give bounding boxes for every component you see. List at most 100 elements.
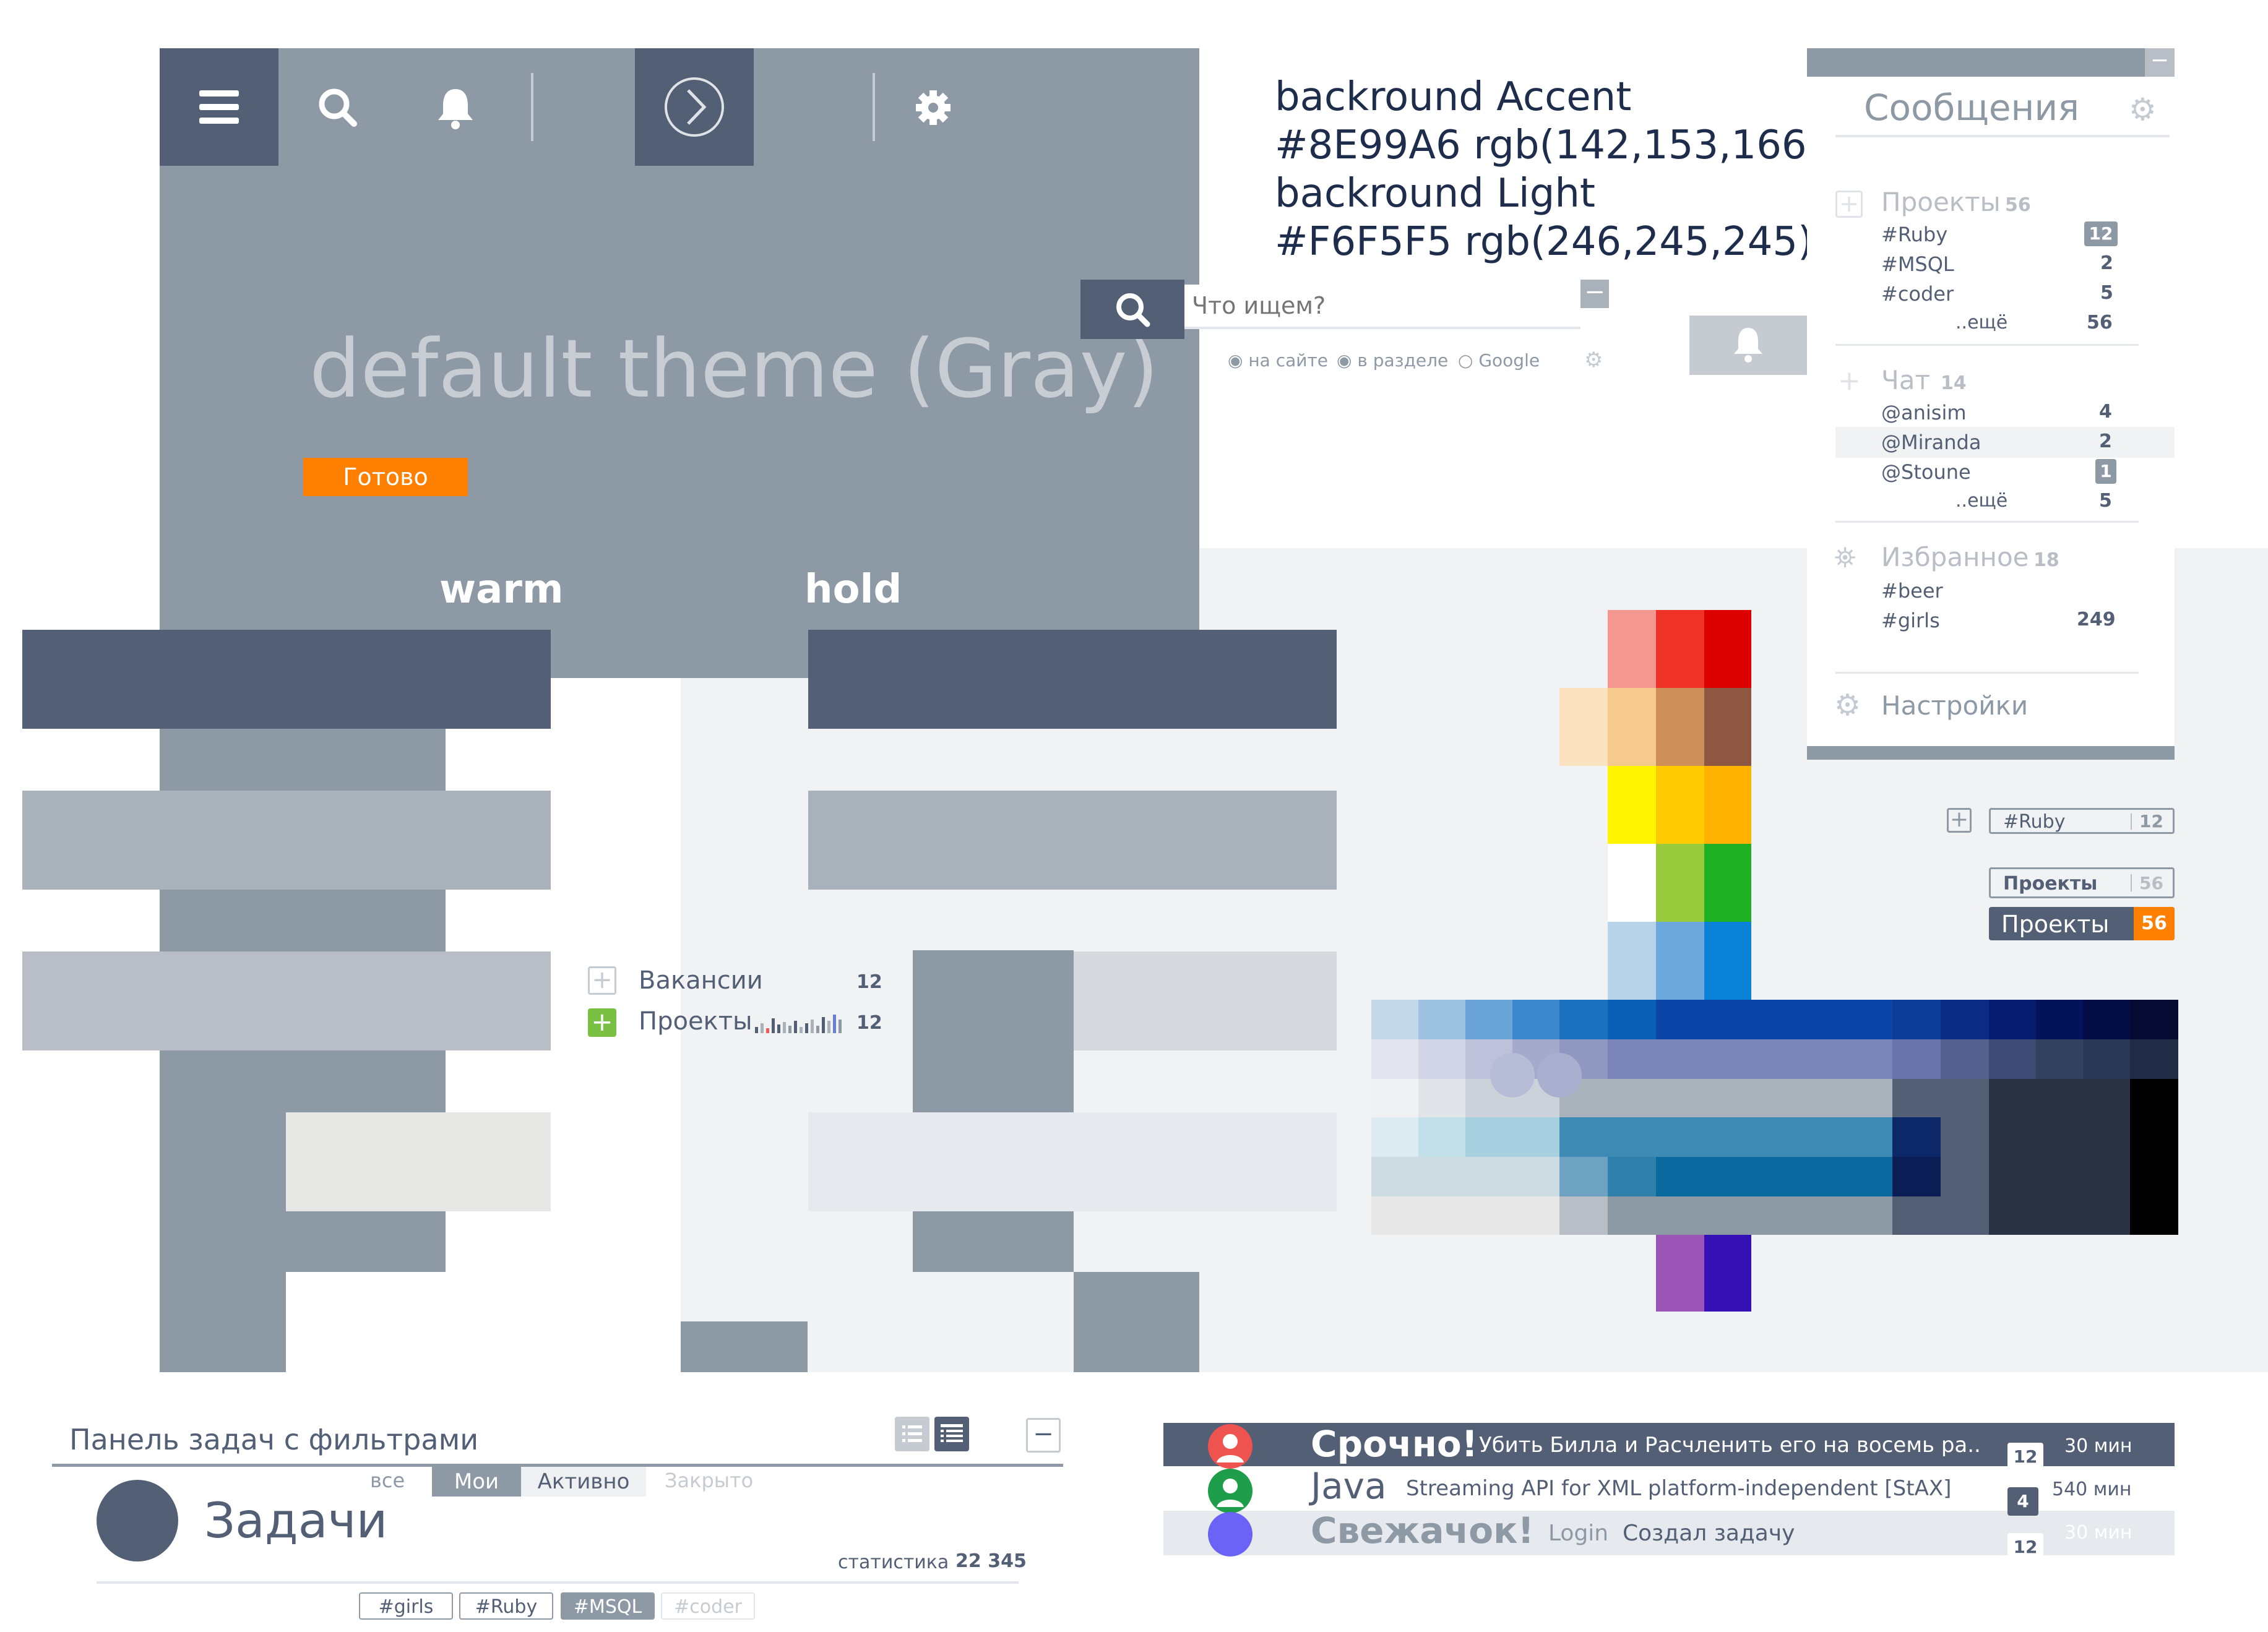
feed-item-time: 30 мин <box>2064 1435 2132 1457</box>
search-scope-google[interactable]: ○ Google <box>1458 350 1540 371</box>
filter-active-tab[interactable]: Активно <box>521 1467 646 1497</box>
search-icon <box>319 88 357 127</box>
search-scope-google-label: Google <box>1478 350 1540 371</box>
feed-item-text: Убить Билла и Расчленить его на восемь р… <box>1479 1433 1981 1458</box>
settings-button[interactable] <box>905 79 962 136</box>
chat-group-label[interactable]: Чат <box>1881 365 1930 395</box>
projects-count: 12 <box>856 1012 882 1034</box>
stats-label: статистика <box>838 1552 949 1573</box>
chat-item[interactable]: @anisim <box>1881 401 1967 424</box>
tasks-panel-title: Панель задач с фильтрами <box>69 1423 479 1456</box>
swatch-warm-light <box>22 951 551 1050</box>
tasks-avatar <box>97 1480 178 1561</box>
note-accent-label: backround Accent <box>1275 74 1632 120</box>
feed-item-count-badge: 12 <box>2007 1443 2043 1471</box>
chat-item[interactable]: @Miranda <box>1881 431 1981 454</box>
chat-more-link[interactable]: ..ещё <box>1955 490 2007 512</box>
gear-icon <box>916 90 951 125</box>
ready-button[interactable]: Готово <box>303 458 468 496</box>
project-item[interactable]: #Ruby <box>1881 223 1947 246</box>
list-icon <box>902 1425 922 1442</box>
next-button[interactable] <box>635 48 754 166</box>
search-submit-button[interactable] <box>1080 280 1184 339</box>
projects-add-icon[interactable]: + <box>588 1008 616 1037</box>
divider <box>1835 344 2139 346</box>
project-item-count: 2 <box>2100 252 2113 274</box>
swatch-warm-lightest <box>286 1112 551 1211</box>
theme-title: default theme (Gray) <box>309 322 1159 416</box>
chat-item-count: 2 <box>2099 431 2112 452</box>
list-view-button[interactable] <box>895 1417 929 1451</box>
tag-msql[interactable]: #MSQL <box>561 1592 655 1620</box>
notifications-bell-tile[interactable] <box>1689 316 1807 375</box>
messages-title: Сообщения <box>1864 87 2080 129</box>
tag-coder[interactable]: #coder <box>661 1592 755 1620</box>
filter-mine-tab[interactable]: Мои <box>432 1467 521 1497</box>
divider <box>1835 521 2139 523</box>
notifications-button[interactable] <box>427 79 484 136</box>
messages-header-bar <box>1807 48 2175 77</box>
messages-gear-icon[interactable]: ⚙ <box>2129 92 2157 127</box>
feed-item-count-badge: 12 <box>2007 1533 2043 1561</box>
stats-value: 22 345 <box>955 1550 1027 1572</box>
search-settings-gear-icon[interactable]: ⚙ <box>1584 348 1603 372</box>
feed-item-login: Login <box>1548 1521 1609 1546</box>
swatch-warm-mid <box>22 791 551 890</box>
search-input[interactable] <box>1184 285 1580 329</box>
project-item[interactable]: #coder <box>1881 282 1954 306</box>
collapse-tasks-button[interactable]: − <box>1026 1418 1061 1453</box>
warm-label: warm <box>439 567 564 612</box>
vacancies-label[interactable]: Вакансии <box>639 966 763 995</box>
feed-item-text: Streaming API for XML platform-independe… <box>1406 1476 1952 1501</box>
color-palette <box>1371 610 2178 1312</box>
project-more-link[interactable]: ..ещё <box>1955 312 2007 333</box>
projects-group-label[interactable]: Проекты <box>1881 187 2001 217</box>
avatar <box>1208 1512 1253 1557</box>
menu-button[interactable] <box>160 48 278 166</box>
detailed-view-button[interactable] <box>934 1417 969 1451</box>
filter-closed-tab[interactable]: Закрыто <box>665 1469 753 1492</box>
avatar <box>1208 1424 1253 1469</box>
search-scope-site-label: на сайте <box>1248 350 1328 371</box>
color-notes: backround Accent #8E99A6 rgb(142,153,166… <box>1275 73 1822 266</box>
note-accent-value: #8E99A6 rgb(142,153,166) <box>1275 122 1822 168</box>
search-icon <box>1116 293 1150 327</box>
search-scope-section[interactable]: ◉ в разделе <box>1337 350 1448 371</box>
search-scope-section-label: в разделе <box>1357 350 1449 371</box>
cutout <box>286 1272 551 1372</box>
projects-label[interactable]: Проекты <box>639 1007 752 1036</box>
toolbar-divider <box>873 73 875 141</box>
tag-girls[interactable]: #girls <box>359 1592 453 1620</box>
chat-item[interactable]: @Stoune <box>1881 460 1971 484</box>
feed-item-title: Java <box>1311 1465 1387 1507</box>
projects-group-add-icon[interactable]: + <box>1835 191 1863 218</box>
favorites-group-label[interactable]: Избранное <box>1881 542 2029 572</box>
avatar <box>1208 1469 1253 1513</box>
projects-group-count: 56 <box>2005 194 2031 216</box>
messages-close-button[interactable]: − <box>2145 48 2175 77</box>
cutout <box>808 1272 1074 1372</box>
feed-item-time: 540 мин <box>2052 1479 2132 1500</box>
vacancies-add-icon[interactable]: + <box>588 966 616 995</box>
chat-plus-icon[interactable]: + <box>1838 365 1861 397</box>
feed-item-title: Свежачок! <box>1311 1510 1534 1552</box>
tag-ruby[interactable]: #Ruby <box>459 1592 553 1620</box>
detailed-list-icon <box>941 1424 963 1442</box>
project-item[interactable]: #MSQL <box>1881 252 1954 276</box>
tasks-bottom-divider <box>97 1581 1019 1584</box>
search-button[interactable] <box>309 79 366 136</box>
feed-item-time: 30 мин <box>2064 1522 2132 1544</box>
collapse-search-button[interactable]: − <box>1580 280 1609 308</box>
favorites-item[interactable]: #beer <box>1881 579 1943 603</box>
chat-item-count-badge: 1 <box>2095 459 2116 484</box>
divider <box>1835 135 2170 137</box>
chat-item-count: 4 <box>2099 401 2112 423</box>
vacancies-count: 12 <box>856 971 882 993</box>
cutout <box>681 678 913 1321</box>
project-item-count: 5 <box>2100 282 2113 304</box>
chat-more-count: 5 <box>2099 490 2112 512</box>
mini-bar-chart <box>755 1015 842 1033</box>
filter-all-tab[interactable]: все <box>370 1469 405 1492</box>
feed-item-title: Срочно! <box>1311 1423 1478 1465</box>
search-scope-site[interactable]: ◉ на сайте <box>1228 350 1328 371</box>
